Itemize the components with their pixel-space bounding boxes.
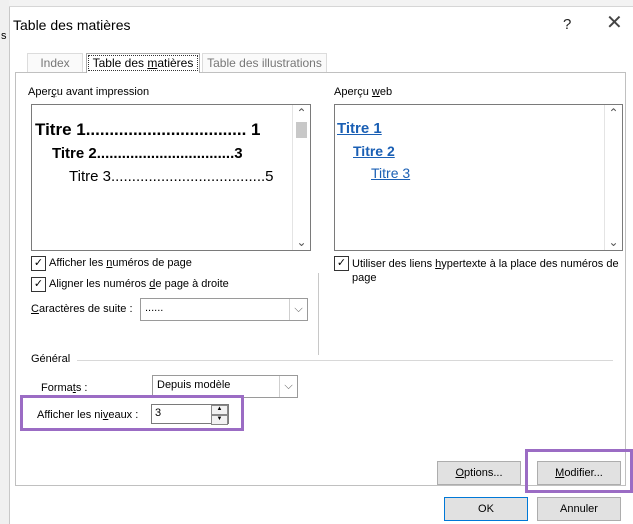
background-window-edge — [0, 0, 10, 524]
web-preview-heading-a: Aperçu — [334, 86, 372, 98]
ok-button[interactable]: OK — [444, 497, 528, 521]
tab-toc-label-a: Table des — [92, 56, 148, 70]
formats-label-b: s : — [75, 382, 88, 394]
web-preview-heading: Aperçu web — [334, 86, 392, 98]
page-numbers-label-b: uméros de page — [112, 257, 192, 269]
leader-label-accel: C — [31, 303, 39, 315]
toc-dialog: Table des matières ? ✕ Index Table des m… — [10, 7, 633, 524]
web-preview-title3[interactable]: Titre 3 — [371, 165, 410, 181]
formats-select-value: Depuis modèle — [157, 379, 231, 391]
print-preview-title2: Titre 2.................................… — [52, 145, 243, 162]
general-heading: Général — [31, 353, 71, 365]
leader-select[interactable]: ...... ⌵ — [140, 298, 308, 321]
levels-highlight — [20, 395, 244, 431]
scroll-down-icon[interactable]: ⌄ — [293, 234, 310, 250]
align-right-label: Aligner les numéros de page à droite — [49, 278, 229, 290]
column-divider — [318, 273, 319, 355]
hyperlinks-label-a: Utiliser des liens — [352, 258, 436, 270]
tab-toc-label-accel: m — [147, 56, 158, 70]
print-preview-title3: Titre 3.................................… — [69, 168, 274, 185]
options-accel: O — [455, 467, 465, 479]
options-button[interactable]: Options... — [437, 461, 521, 485]
scroll-down-icon[interactable]: ⌄ — [605, 234, 622, 250]
tab-index[interactable]: Index — [27, 53, 83, 73]
scroll-thumb[interactable] — [296, 122, 307, 138]
leader-select-value: ...... — [145, 302, 164, 314]
web-preview-title2[interactable]: Titre 2 — [353, 143, 395, 159]
tab-table-des-illustrations[interactable]: Table des illustrations — [202, 53, 327, 73]
tab-panel: Aperçu avant impression Titre 1.........… — [15, 72, 633, 493]
hyperlinks-checkbox[interactable]: ✓ — [334, 256, 349, 271]
chevron-down-icon[interactable]: ⌵ — [289, 299, 307, 320]
help-button[interactable]: ? — [563, 16, 571, 33]
tab-toc-label-b: atières — [157, 56, 194, 70]
modify-highlight — [525, 449, 633, 493]
print-preview-heading-b: u avant impression — [56, 86, 150, 98]
print-preview-box: Titre 1.................................… — [31, 104, 311, 251]
print-preview-title1: Titre 1.................................… — [35, 120, 261, 139]
formats-label-a: Forma — [41, 382, 73, 394]
leader-label: Caractères de suite : — [31, 303, 133, 315]
page-numbers-checkbox[interactable]: ✓ — [31, 256, 46, 271]
web-preview-heading-b: eb — [379, 86, 393, 98]
print-preview-heading: Aperçu avant impression — [28, 86, 149, 98]
web-preview-box: Titre 1 Titre 2 Titre 3 ⌃ ⌄ — [334, 104, 623, 251]
tab-illustrations-label: Table des illustrations — [207, 56, 322, 70]
hyperlinks-label: Utiliser des liens hypertexte à la place… — [352, 257, 624, 285]
web-preview-heading-accel: w — [371, 86, 380, 98]
cancel-button[interactable]: Annuler — [537, 497, 621, 521]
web-preview-scrollbar[interactable]: ⌃ ⌄ — [604, 105, 622, 250]
formats-label: Formats : — [41, 382, 87, 394]
scroll-up-icon[interactable]: ⌃ — [605, 105, 622, 121]
align-right-checkbox[interactable]: ✓ — [31, 277, 46, 292]
background-window-top — [9, 0, 633, 7]
align-right-label-a: Aligner les numéros — [49, 278, 150, 290]
tab-table-des-matieres[interactable]: Table des matières — [86, 53, 200, 73]
leader-label-b: aractères de suite : — [38, 303, 133, 315]
web-preview-title1[interactable]: Titre 1 — [337, 120, 382, 137]
close-button[interactable]: ✕ — [606, 13, 623, 33]
title-bar: Table des matières ? ✕ — [10, 7, 633, 41]
background-window-text: s — [1, 30, 7, 42]
chevron-down-icon[interactable]: ⌵ — [279, 376, 297, 397]
print-preview-heading-a: Aper — [28, 86, 52, 98]
general-divider — [77, 360, 613, 361]
scroll-up-icon[interactable]: ⌃ — [293, 105, 310, 121]
dialog-title: Table des matières — [13, 17, 131, 33]
options-label: ptions... — [464, 467, 503, 479]
tab-index-label: Index — [40, 56, 70, 70]
page-numbers-label-a: Afficher les — [49, 257, 107, 269]
page-numbers-label: Afficher les numéros de page — [49, 257, 192, 269]
align-right-label-b: e page à droite — [155, 278, 229, 290]
print-preview-scrollbar[interactable]: ⌃ ⌄ — [292, 105, 310, 250]
tab-toc-label: Table des matières — [87, 55, 199, 71]
